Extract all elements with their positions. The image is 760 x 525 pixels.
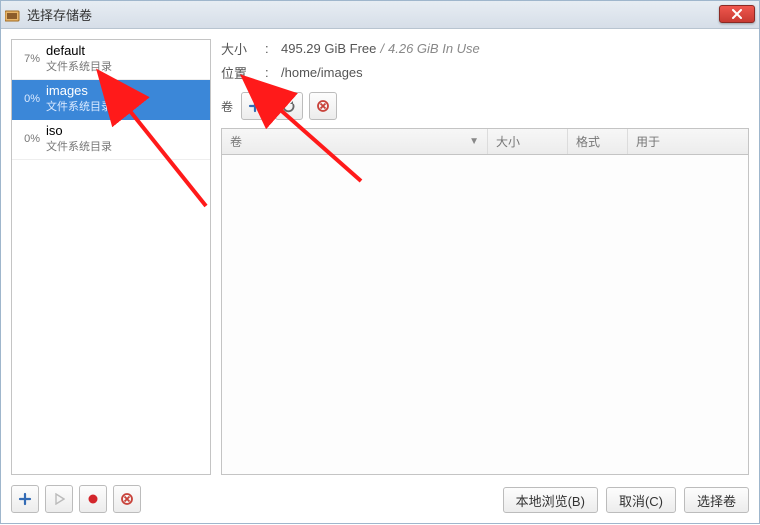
play-icon (53, 493, 65, 505)
volume-detail-panel: 大小 : 495.29 GiB Free / 4.26 GiB In Use 位… (221, 39, 749, 475)
storage-pools-list[interactable]: 7% default 文件系统目录 0% images 文件系统目录 0% (11, 39, 211, 475)
refresh-volumes-button[interactable] (275, 92, 303, 120)
free-space: 495.29 GiB Free (281, 41, 376, 56)
location-row: 位置 : /home/images (221, 63, 749, 82)
col-size[interactable]: 大小 (488, 129, 568, 154)
col-usedby[interactable]: 用于 (628, 129, 748, 154)
pool-subtype: 文件系统目录 (46, 58, 112, 74)
record-icon (87, 493, 99, 505)
delete-icon (316, 99, 330, 113)
plus-icon (18, 492, 32, 506)
delete-volume-button[interactable] (309, 92, 337, 120)
volumes-table-header: 卷 ▼ 大小 格式 用于 (222, 129, 748, 155)
pool-location: /home/images (281, 65, 363, 80)
refresh-icon (282, 99, 296, 113)
plus-icon (248, 99, 262, 113)
delete-pool-button[interactable] (113, 485, 141, 513)
volume-toolbar: 卷 (221, 92, 749, 120)
start-pool-button[interactable] (45, 485, 73, 513)
choose-volume-button[interactable]: 选择卷 (684, 487, 749, 513)
in-use-space: 4.26 GiB In Use (388, 41, 480, 56)
pool-name: iso (46, 123, 112, 138)
dialog-actions: 本地浏览(B) 取消(C) 选择卷 (503, 487, 749, 513)
delete-icon (120, 492, 134, 506)
size-row: 大小 : 495.29 GiB Free / 4.26 GiB In Use (221, 39, 749, 58)
add-pool-button[interactable] (11, 485, 39, 513)
pool-item-images[interactable]: 0% images 文件系统目录 (12, 80, 210, 120)
pool-subtype: 文件系统目录 (46, 138, 112, 154)
titlebar: 选择存储卷 (1, 1, 759, 29)
pool-toolbar (11, 485, 141, 513)
pool-subtype: 文件系统目录 (46, 98, 112, 114)
pool-item-default[interactable]: 7% default 文件系统目录 (12, 40, 210, 80)
sort-indicator-icon: ▼ (469, 136, 479, 147)
volumes-table-body (222, 155, 748, 474)
col-name[interactable]: 卷 ▼ (222, 129, 488, 154)
close-icon (731, 9, 743, 19)
close-button[interactable] (719, 5, 755, 23)
storage-pools-panel: 7% default 文件系统目录 0% images 文件系统目录 0% (11, 39, 211, 475)
add-volume-button[interactable] (241, 92, 269, 120)
col-format[interactable]: 格式 (568, 129, 628, 154)
stop-pool-button[interactable] (79, 485, 107, 513)
browse-local-button[interactable]: 本地浏览(B) (503, 487, 598, 513)
pool-name: images (46, 83, 112, 98)
cancel-button[interactable]: 取消(C) (606, 487, 676, 513)
window-title: 选择存储卷 (27, 5, 92, 24)
pool-item-iso[interactable]: 0% iso 文件系统目录 (12, 120, 210, 160)
pool-name: default (46, 43, 112, 58)
volumes-table[interactable]: 卷 ▼ 大小 格式 用于 (221, 128, 749, 475)
app-icon (5, 8, 21, 22)
